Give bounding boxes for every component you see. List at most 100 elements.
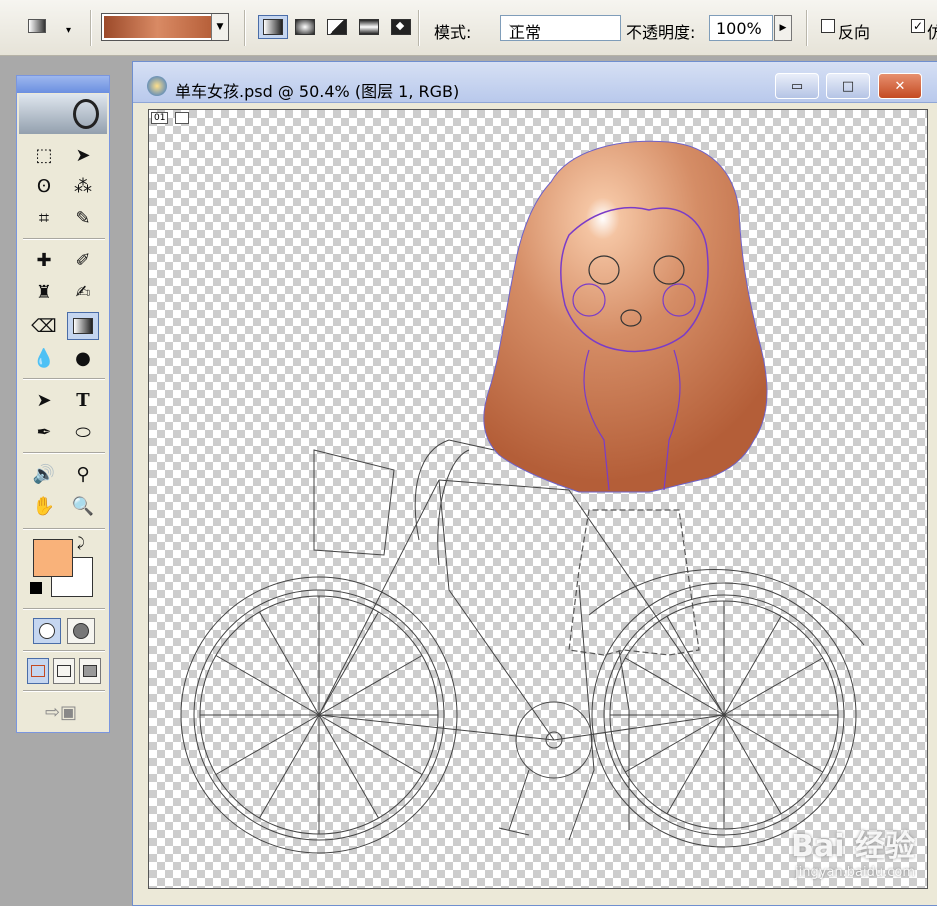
magic-wand-tool[interactable]: ⁂	[67, 172, 99, 200]
magic-wand-icon: ⁂	[74, 175, 92, 197]
artwork	[180, 140, 865, 854]
close-button[interactable]: ✕	[878, 73, 922, 99]
marquee-icon: ⬚	[35, 144, 53, 166]
gradient-type-group	[258, 15, 416, 41]
photoshop-logo[interactable]	[19, 94, 107, 134]
pen-icon: ✒	[36, 421, 52, 443]
gradient-tool-icon	[28, 19, 46, 33]
separator	[23, 528, 105, 530]
separator	[244, 10, 246, 46]
eraser-tool[interactable]: ⌫	[28, 312, 60, 340]
zoom-icon: 🔍	[71, 495, 95, 517]
crop-tool[interactable]: ⌗	[28, 204, 60, 232]
dodge-tool[interactable]: ●	[67, 344, 99, 372]
default-colors-icon[interactable]	[30, 582, 42, 594]
eyedropper-icon: ⚲	[76, 463, 90, 485]
reflected-gradient-button[interactable]	[354, 15, 384, 39]
jump-to-imageready-button[interactable]: ⇨▣	[31, 698, 91, 726]
separator	[23, 238, 105, 240]
angle-gradient-button[interactable]	[322, 15, 352, 39]
spoke	[215, 655, 320, 716]
diamond-gradient-button[interactable]	[386, 15, 416, 39]
standard-screen-button[interactable]	[27, 658, 49, 684]
brush-tool[interactable]: ✐	[67, 246, 99, 274]
ellipse-tool[interactable]: ⬭	[67, 418, 99, 446]
gradient-tool[interactable]	[67, 312, 99, 340]
reverse-label: 反向	[838, 23, 871, 42]
mode-label: 模式:	[434, 23, 472, 42]
hand-icon: ✋	[32, 495, 56, 517]
spoke	[259, 714, 320, 819]
eraser-icon: ⌫	[31, 315, 57, 337]
image-canvas[interactable]: 01 Bai 经验 jingyan.baidu.com	[148, 109, 928, 889]
full-screen-menu-button[interactable]	[53, 658, 75, 684]
blur-tool[interactable]: 💧	[28, 344, 60, 372]
spoke	[318, 714, 379, 819]
opacity-input[interactable]: 100%	[709, 15, 773, 41]
slice-icon: ✎	[75, 207, 91, 229]
healing-brush-icon: ✚	[36, 249, 52, 271]
type-icon: T	[76, 389, 90, 411]
full-screen-button[interactable]	[79, 658, 101, 684]
dither-checkbox[interactable]: ✓	[911, 19, 925, 33]
opacity-slider-arrow[interactable]: ▶	[774, 15, 792, 41]
spoke	[625, 714, 725, 773]
dress-outline	[568, 509, 700, 656]
radial-gradient-button[interactable]	[290, 15, 320, 39]
notes-icon: 🔊	[32, 463, 56, 485]
bicycle	[180, 439, 865, 854]
opacity-label: 不透明度:	[626, 23, 696, 42]
blur-icon: 💧	[32, 347, 56, 369]
foreground-color-swatch[interactable]	[33, 539, 73, 577]
linear-gradient-button[interactable]	[258, 15, 288, 39]
document-window: 单车女孩.psd @ 50.4% (图层 1, RGB) ▭ □ ✕ 01 Ba…	[132, 61, 937, 906]
eyedropper-tool[interactable]: ⚲	[67, 460, 99, 488]
history-brush-tool[interactable]: ✍	[67, 278, 99, 306]
clone-stamp-icon: ♜	[35, 281, 53, 303]
brush-icon: ✐	[75, 249, 91, 271]
front-spokes	[610, 601, 838, 829]
imageready-icon: ⇨▣	[44, 701, 78, 723]
healing-brush-tool[interactable]: ✚	[28, 246, 60, 274]
reverse-checkbox[interactable]	[821, 19, 835, 33]
gradient-picker[interactable]: ▼	[101, 13, 229, 41]
zoom-tool[interactable]: 🔍	[67, 492, 99, 520]
separator	[418, 10, 420, 46]
close-icon: ✕	[894, 78, 906, 94]
lasso-tool[interactable]: ʘ	[28, 172, 60, 200]
swap-colors-icon[interactable]: ⤸	[77, 536, 85, 551]
dither-label: 仿	[927, 23, 937, 42]
notes-tool[interactable]: 🔊	[28, 460, 60, 488]
type-tool[interactable]: T	[67, 386, 99, 414]
spoke	[723, 714, 823, 773]
chevron-down-icon: ▾	[66, 25, 72, 36]
basket	[313, 449, 395, 556]
standard-mode-button[interactable]	[33, 618, 61, 644]
tool-preset-picker[interactable]: ▾	[26, 16, 71, 36]
chevron-down-icon: ⌵	[509, 18, 520, 34]
quick-mask-button[interactable]	[67, 618, 95, 644]
separator	[806, 10, 808, 46]
slice-tool[interactable]: ✎	[67, 204, 99, 232]
separator	[23, 650, 105, 652]
path-select-tool[interactable]: ➤	[28, 386, 60, 414]
maximize-icon: □	[841, 78, 855, 94]
chevron-down-icon[interactable]: ▼	[211, 14, 228, 40]
clone-stamp-tool[interactable]: ♜	[28, 278, 60, 306]
tools-panel-titlebar[interactable]	[17, 76, 109, 93]
hand-tool[interactable]: ✋	[28, 492, 60, 520]
minimize-button[interactable]: ▭	[775, 73, 819, 99]
marquee-tool[interactable]: ⬚	[28, 141, 60, 169]
spoke	[215, 714, 320, 775]
spoke	[723, 714, 782, 814]
pen-tool[interactable]: ✒	[28, 418, 60, 446]
watermark-main: Bai 经验	[791, 829, 915, 864]
document-titlebar[interactable]: 单车女孩.psd @ 50.4% (图层 1, RGB) ▭ □ ✕	[133, 62, 937, 103]
document-title: 单车女孩.psd @ 50.4% (图层 1, RGB)	[175, 82, 460, 101]
mode-select[interactable]: 正常 ⌵	[500, 15, 621, 42]
spoke	[723, 616, 782, 716]
separator	[23, 690, 105, 692]
move-tool[interactable]: ➤	[67, 141, 99, 169]
lasso-icon: ʘ	[36, 175, 52, 197]
maximize-button[interactable]: □	[826, 73, 870, 99]
